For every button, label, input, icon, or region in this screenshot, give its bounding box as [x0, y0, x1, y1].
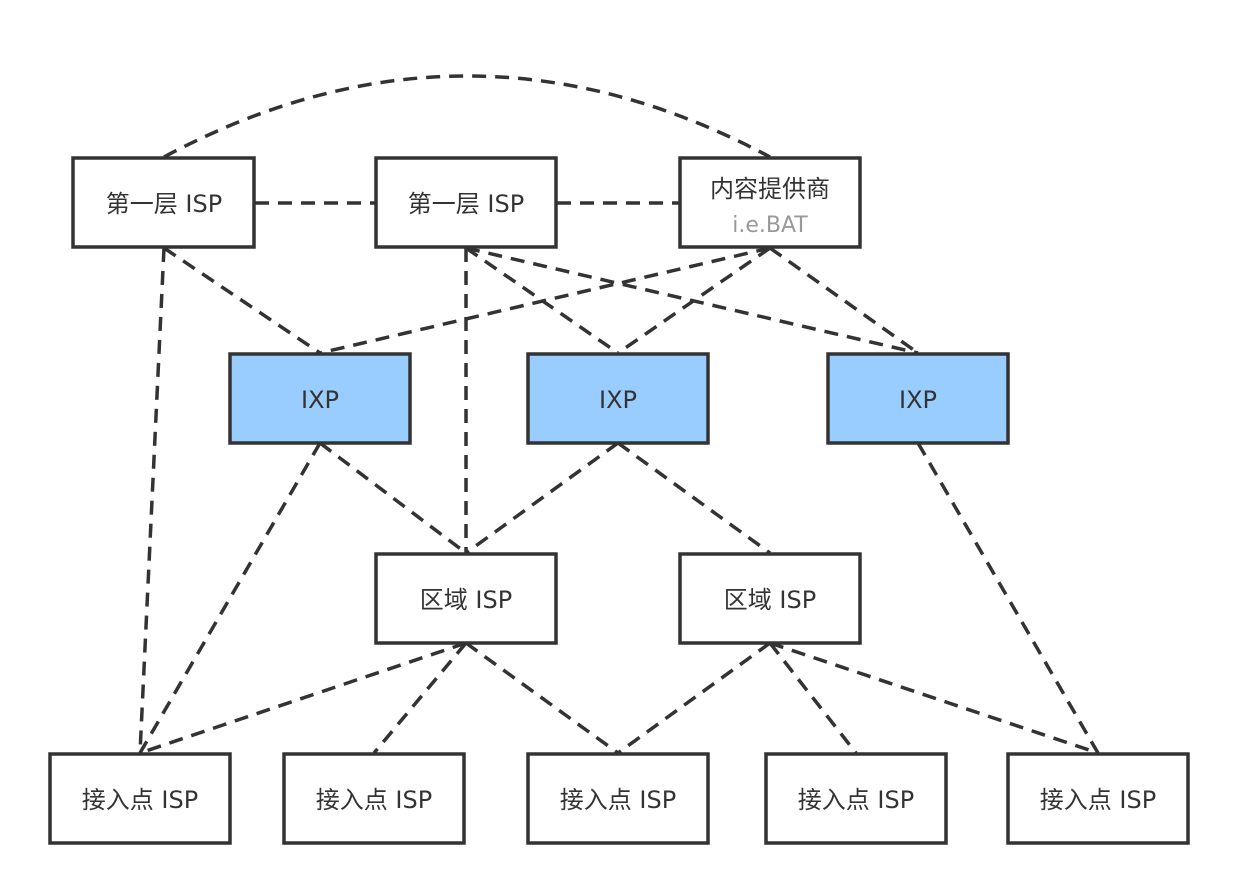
nodes: 第一层 ISP 第一层 ISP 内容提供商 i.e.BAT IXP IXP IX…	[48, 156, 1190, 845]
node-access-isp-1: 接入点 ISP	[48, 752, 232, 845]
edge-ixp1-regional1	[318, 441, 468, 555]
edge-ixp3-access5	[916, 442, 1100, 754]
edge-tier1a-access1	[138, 247, 166, 754]
node-label: 第一层 ISP	[408, 190, 524, 218]
node-access-isp-4: 接入点 ISP	[764, 752, 948, 845]
node-label: 内容提供商	[710, 175, 830, 203]
edge-regional2-access4	[768, 641, 858, 755]
edge-tier1a-content	[163, 74, 771, 159]
node-content-provider: 内容提供商 i.e.BAT	[678, 156, 862, 249]
node-label: 第一层 ISP	[106, 190, 222, 218]
node-label: 接入点 ISP	[798, 786, 914, 814]
node-access-isp-3: 接入点 ISP	[526, 752, 710, 845]
isp-hierarchy-diagram: 第一层 ISP 第一层 ISP 内容提供商 i.e.BAT IXP IXP IX…	[48, 74, 1190, 845]
node-regional-isp-1: 区域 ISP	[374, 552, 558, 645]
node-label: IXP	[599, 386, 637, 414]
node-access-isp-2: 接入点 ISP	[282, 752, 466, 845]
edge-tier1a-ixp1	[163, 246, 321, 355]
node-tier1-isp-b: 第一层 ISP	[374, 156, 558, 249]
node-ixp-2: IXP	[526, 352, 710, 445]
node-access-isp-5: 接入点 ISP	[1006, 752, 1190, 845]
node-label: 接入点 ISP	[316, 786, 432, 814]
node-label: IXP	[899, 386, 937, 414]
node-label: 接入点 ISP	[560, 786, 676, 814]
node-tier1-isp-a: 第一层 ISP	[71, 156, 256, 249]
node-sublabel: i.e.BAT	[732, 213, 808, 238]
edge-content-ixp3	[768, 246, 920, 355]
edge-content-ixp2	[617, 246, 771, 355]
edge-regional1-access3	[464, 641, 620, 755]
node-label: 接入点 ISP	[82, 786, 198, 814]
edge-ixp2-regional2	[616, 441, 772, 555]
edge-regional2-access3	[616, 641, 772, 755]
node-label: IXP	[301, 386, 339, 414]
edge-regional1-access1	[139, 641, 467, 755]
edge-regional2-access5	[769, 641, 1099, 755]
node-label: 区域 ISP	[420, 586, 512, 614]
node-ixp-3: IXP	[826, 352, 1010, 445]
node-label: 接入点 ISP	[1040, 786, 1156, 814]
node-ixp-1: IXP	[228, 352, 412, 445]
edge-content-ixp1	[319, 246, 771, 355]
node-label: 区域 ISP	[724, 586, 816, 614]
node-regional-isp-2: 区域 ISP	[678, 552, 862, 645]
edge-ixp2-regional1	[464, 441, 620, 555]
edge-ixp1-access1	[138, 442, 322, 754]
